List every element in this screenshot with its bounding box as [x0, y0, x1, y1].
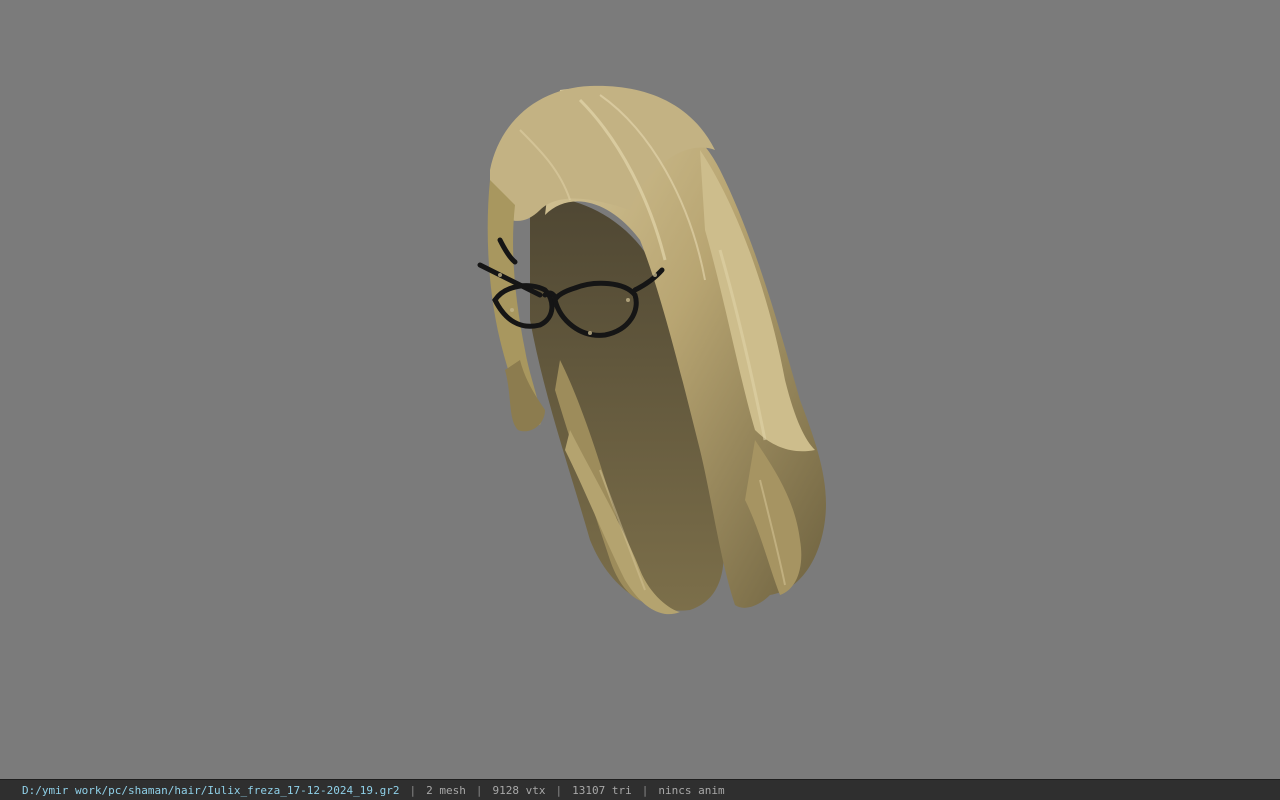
3d-viewport[interactable] [0, 0, 1280, 779]
separator: | [641, 783, 649, 797]
hair-model [477, 85, 826, 615]
animation-status: nincs anim [658, 783, 725, 797]
status-bar: D:/ymir work/pc/shaman/hair/Iulix_freza_… [0, 779, 1280, 800]
mesh-count: 2 mesh [426, 783, 466, 797]
separator: | [555, 783, 563, 797]
triangle-count: 13107 tri [572, 783, 632, 797]
separator: | [409, 783, 417, 797]
vertex-count: 9128 vtx [492, 783, 546, 797]
file-path: D:/ymir work/pc/shaman/hair/Iulix_freza_… [22, 783, 400, 797]
separator: | [475, 783, 483, 797]
